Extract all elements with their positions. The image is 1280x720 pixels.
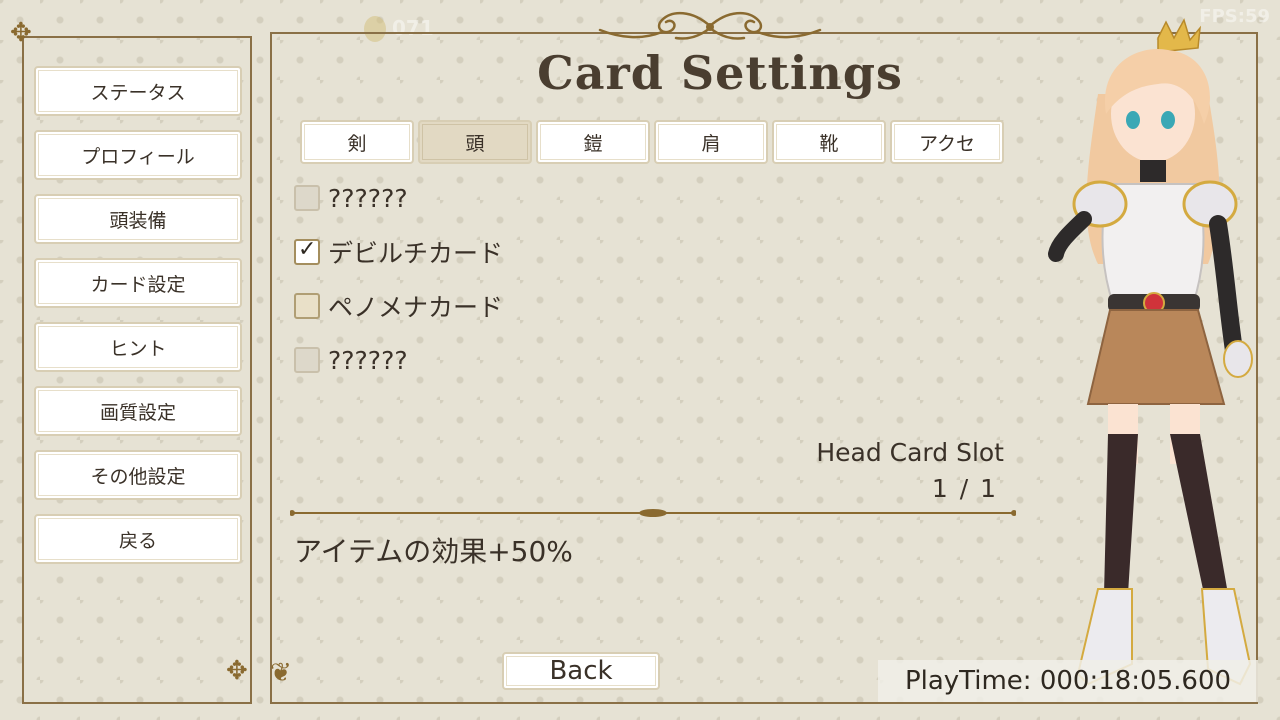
tab-accessory[interactable]: アクセ — [890, 120, 1004, 164]
tab-head[interactable]: 頭 — [418, 120, 532, 164]
divider — [290, 509, 1016, 517]
list-item[interactable]: ペノメナカード — [294, 290, 503, 322]
card-checkbox-checked[interactable]: ✓ — [294, 237, 320, 265]
corner-ornament-icon: ✥ — [226, 656, 248, 686]
menu-other-settings-button[interactable]: その他設定 — [34, 450, 242, 500]
card-label: ?????? — [328, 183, 408, 213]
page-title: Card Settings — [537, 46, 903, 100]
menu-profile-button[interactable]: プロフィール — [34, 130, 242, 180]
card-checkbox-unchecked[interactable] — [294, 293, 320, 319]
menu-status-button[interactable]: ステータス — [34, 66, 242, 116]
corner-ornament-icon: ✥ — [10, 18, 32, 48]
tab-shoulder[interactable]: 肩 — [654, 120, 768, 164]
character-portrait — [1048, 18, 1253, 686]
slot-label: Head Card Slot — [816, 438, 1004, 467]
corner-ornament-icon: ❦ — [270, 658, 292, 688]
menu-hint-button[interactable]: ヒント — [34, 322, 242, 372]
card-checkbox-locked — [294, 347, 320, 373]
slot-count: 1 / 1 — [931, 474, 998, 503]
list-item: ?????? — [294, 182, 408, 214]
card-effect-description: アイテムの効果+50% — [294, 535, 573, 568]
card-label[interactable]: デビルチカード — [328, 234, 503, 270]
card-label: ?????? — [328, 345, 408, 375]
list-item: ?????? — [294, 344, 408, 376]
tab-armor[interactable]: 鎧 — [536, 120, 650, 164]
playtime-display: PlayTime: 000:18:05.600 — [878, 660, 1258, 702]
card-checkbox-locked — [294, 185, 320, 211]
menu-graphics-settings-button[interactable]: 画質設定 — [34, 386, 242, 436]
tab-sword[interactable]: 剣 — [300, 120, 414, 164]
tab-boots[interactable]: 靴 — [772, 120, 886, 164]
list-item[interactable]: ✓ デビルチカード — [294, 236, 503, 268]
menu-card-settings-button[interactable]: カード設定 — [34, 258, 242, 308]
menu-return-button[interactable]: 戻る — [34, 514, 242, 564]
card-label[interactable]: ペノメナカード — [328, 288, 503, 324]
back-button[interactable]: Back — [502, 652, 660, 690]
title-ornament-icon — [598, 12, 822, 40]
menu-head-equipment-button[interactable]: 頭装備 — [34, 194, 242, 244]
checkmark-icon: ✓ — [298, 237, 317, 262]
